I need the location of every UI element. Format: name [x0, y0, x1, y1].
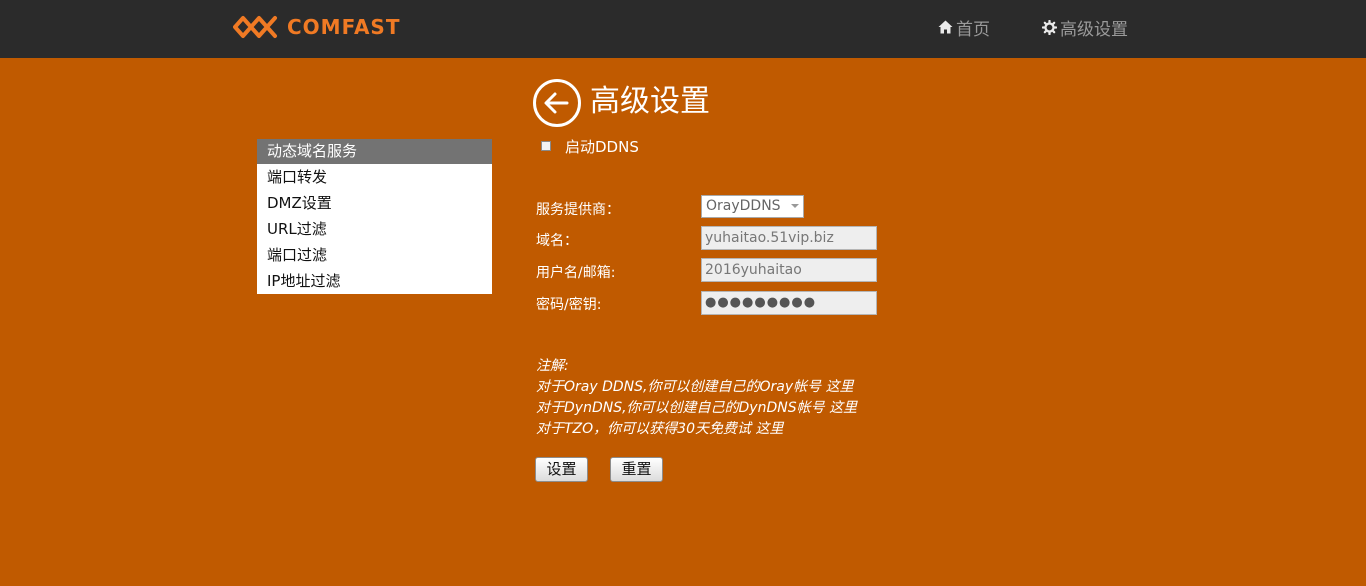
nav-advanced-settings-label: 高级设置	[1060, 19, 1128, 40]
sidebar-item-dmz[interactable]: DMZ设置	[257, 190, 492, 216]
gear-icon	[1042, 19, 1057, 35]
password-label: 密码/密钥:	[536, 297, 602, 313]
enable-ddns-row: 启动DDNS	[541, 136, 639, 156]
notes-heading: 注解:	[536, 358, 569, 374]
notes-line-tzo: 对于TZO，你可以获得30天免费试 这里	[536, 419, 857, 440]
comfast-logo[interactable]: COMFAST	[233, 15, 400, 39]
notes-line-tzo-text: 对于TZO，你可以获得30天免费试	[536, 421, 751, 437]
oray-signup-link[interactable]: 这里	[826, 379, 854, 395]
back-button[interactable]	[533, 79, 581, 127]
sidebar-menu: 动态域名服务 端口转发 DMZ设置 URL过滤 端口过滤 IP地址过滤	[257, 139, 492, 294]
sidebar-item-port-filter[interactable]: 端口过滤	[257, 242, 492, 268]
nav-home-label: 首页	[956, 19, 990, 40]
notes-section: 注解: 对于Oray DDNS,你可以创建自己的Oray帐号 这里 对于DynD…	[536, 356, 857, 440]
top-navigation-bar: COMFAST 首页 高级设置	[0, 0, 1366, 58]
home-icon	[938, 20, 953, 34]
sidebar-item-url-filter[interactable]: URL过滤	[257, 216, 492, 242]
sidebar-item-ip-filter[interactable]: IP地址过滤	[257, 268, 492, 294]
sidebar-item-ddns[interactable]: 动态域名服务	[257, 139, 492, 164]
username-label: 用户名/邮箱:	[536, 265, 616, 281]
enable-ddns-label: 启动DDNS	[565, 137, 639, 156]
username-input[interactable]: 2016yuhaitao	[701, 258, 877, 282]
sidebar-item-port-forwarding[interactable]: 端口转发	[257, 164, 492, 190]
brand-name: COMFAST	[287, 15, 401, 39]
notes-line-oray-text: 对于Oray DDNS,你可以创建自己的Oray帐号	[536, 379, 822, 395]
set-button[interactable]: 设置	[535, 457, 588, 482]
dyndns-signup-link[interactable]: 这里	[829, 400, 857, 416]
page-title: 高级设置	[590, 84, 710, 119]
password-input[interactable]: ●●●●●●●●●	[701, 291, 877, 315]
notes-line-dyndns-text: 对于DynDNS,你可以创建自己的DynDNS帐号	[536, 400, 825, 416]
comfast-logo-icon	[233, 16, 277, 38]
domain-label: 域名：	[536, 233, 578, 249]
reset-button[interactable]: 重置	[610, 457, 663, 482]
domain-input[interactable]: yuhaitao.51vip.biz	[701, 226, 877, 250]
notes-line-oray: 对于Oray DDNS,你可以创建自己的Oray帐号 这里	[536, 377, 857, 398]
tzo-trial-link[interactable]: 这里	[755, 421, 783, 437]
arrow-left-icon	[544, 92, 569, 114]
provider-select[interactable]: OrayDDNS	[701, 195, 804, 218]
notes-line-dyndns: 对于DynDNS,你可以创建自己的DynDNS帐号 这里	[536, 398, 857, 419]
enable-ddns-checkbox[interactable]	[541, 141, 551, 151]
provider-select-value: OrayDDNS	[706, 198, 781, 214]
nav-advanced-settings[interactable]: 高级设置	[1042, 14, 1128, 40]
chevron-down-icon	[791, 204, 799, 208]
provider-label: 服务提供商：	[536, 202, 620, 218]
nav-home[interactable]: 首页	[938, 14, 990, 40]
